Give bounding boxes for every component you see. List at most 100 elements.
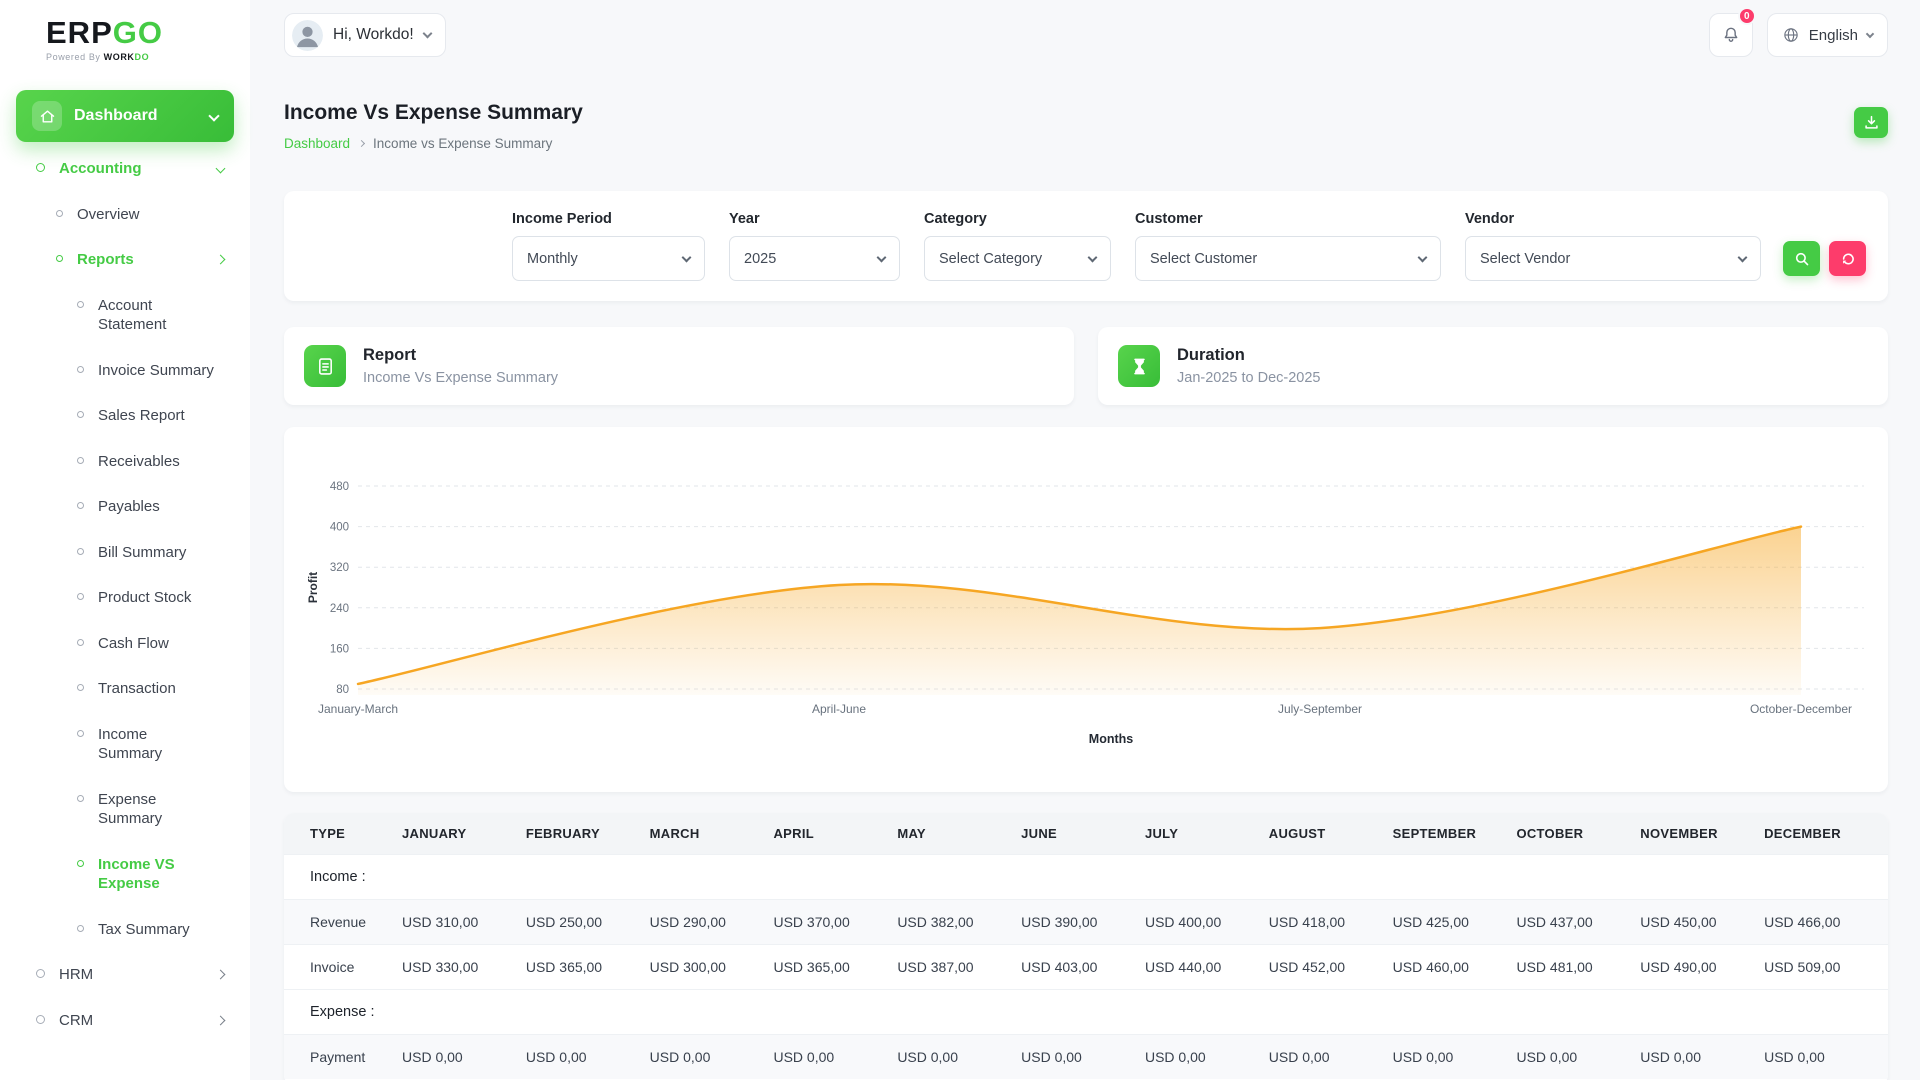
value-cell: USD 466,00 [1764,899,1888,945]
year-selected-value: 2025 [744,250,777,267]
sidebar-item-invoice-summary[interactable]: Invoice Summary [0,348,250,394]
value-cell: USD 0,00 [1764,1034,1888,1079]
notification-bell-icon [1724,27,1738,42]
vendor-field: Vendor Select Vendor [1465,211,1761,281]
value-cell: USD 370,00 [773,899,898,945]
value-cell: USD 460,00 [1392,944,1517,990]
column-header-type: TYPE [284,813,402,855]
sidebar: ERPGO Powered By WORKDO Dashboard Accoun… [0,0,250,1080]
home-icon [32,101,62,132]
sidebar-item-crm[interactable]: CRM [0,998,250,1044]
sidebar-item-expense-summary[interactable]: Expense Summary [0,777,250,842]
value-cell: USD 290,00 [649,899,774,945]
column-header-november: NOVEMBER [1640,813,1765,855]
notifications-button[interactable]: 0 [1708,7,1756,57]
filter-reset-button[interactable] [1829,241,1866,276]
bullet-icon [77,411,84,419]
sidebar-item-bill-summary[interactable]: Bill Summary [0,530,250,576]
vendor-select[interactable]: Select Vendor [1465,236,1761,281]
profit-chart-svg: 80 160 240 320 400 480 Profit January-March Apri… [306,481,1864,746]
language-selector[interactable]: English [1766,13,1888,57]
sidebar-item-reports[interactable]: Reports [0,237,250,283]
value-cell: USD 0,00 [525,1034,650,1079]
sidebar-item-overview[interactable]: Overview [0,192,250,238]
duration-card-title: Duration [1177,346,1245,364]
section-label: Income : [284,854,1888,900]
value-cell: USD 300,00 [649,944,774,990]
sidebar-item-payables[interactable]: Payables [0,484,250,530]
sidebar-item-dashboard[interactable]: Dashboard [16,90,234,143]
bullet-icon [77,638,84,646]
sidebar-item-account-statement[interactable]: Account Statement [0,283,250,348]
y-tick-label: 480 [330,481,349,493]
y-tick-label: 320 [330,562,349,574]
user-menu[interactable]: Hi, Workdo! [284,13,446,57]
value-cell: USD 0,00 [402,1034,526,1079]
value-cell: USD 418,00 [1268,899,1393,945]
y-tick-label: 80 [336,684,349,696]
sidebar-item-transaction[interactable]: Transaction [0,666,250,712]
avatar [292,19,323,51]
sidebar-item-label: Reports [77,251,134,269]
category-select[interactable]: Select Category [924,236,1111,281]
sidebar-item-label: Transaction [98,680,176,698]
sidebar-item-label: CRM [59,1011,94,1029]
duration-card: Duration Jan-2025 to Dec-2025 [1098,327,1888,405]
value-cell: USD 0,00 [773,1034,898,1079]
report-document-icon [304,345,346,387]
value-cell: USD 250,00 [525,899,650,945]
brand-logo[interactable]: ERPGO Powered By WORKDO [0,0,250,62]
sidebar-item-label: Receivables [98,452,180,470]
customer-label: Customer [1135,211,1203,227]
breadcrumb-current: Income vs Expense Summary [373,136,553,151]
sidebar-item-label: Income VS Expense [98,855,175,893]
value-cell: USD 365,00 [525,944,650,990]
value-cell: USD 440,00 [1144,944,1269,990]
download-icon [1864,115,1878,129]
language-label: English [1808,26,1858,44]
filter-search-button[interactable] [1783,241,1820,276]
sidebar-item-cash-flow[interactable]: Cash Flow [0,621,250,667]
value-cell: USD 0,00 [1021,1034,1145,1079]
sidebar-item-accounting[interactable]: Accounting [0,146,250,192]
category-selected-value: Select Category [939,250,1043,267]
bullet-icon [56,209,63,217]
sidebar-item-sales-report[interactable]: Sales Report [0,393,250,439]
income-period-select[interactable]: Monthly [512,236,705,281]
profit-chart-card: 80 160 240 320 400 480 Profit January-March Apri… [284,427,1888,792]
table-row-income: Income : [284,854,1888,900]
summary-table-card: TYPE JANUARY FEBRUARY MARCH APRIL MAY JUNE JULY… [284,813,1888,1080]
sidebar-item-income-vs-expense[interactable]: Income VS Expense [0,842,250,907]
income-expense-table: TYPE JANUARY FEBRUARY MARCH APRIL MAY JUNE JULY… [284,813,1888,1079]
sidebar-item-receivables[interactable]: Receivables [0,439,250,485]
sidebar-item-label: Overview [77,205,140,223]
sidebar-item-product-stock[interactable]: Product Stock [0,575,250,621]
sidebar-item-tax-summary[interactable]: Tax Summary [0,907,250,953]
table-body: Income : Revenue USD 310,00 USD 250,00 USD 2… [284,854,1888,1079]
year-select[interactable]: 2025 [729,236,900,281]
bullet-icon [56,255,63,263]
sidebar-item-label: Account Statement [98,296,167,334]
report-card-title: Report [363,346,417,364]
sidebar-item-label: Product Stock [98,589,192,607]
value-cell: USD 490,00 [1640,944,1765,990]
value-cell: USD 403,00 [1021,944,1145,990]
sidebar-item-label: Cash Flow [98,634,169,652]
bullet-icon [36,969,45,979]
search-icon [1795,252,1808,265]
sidebar-item-income-summary[interactable]: Income Summary [0,712,250,777]
notification-count-badge: 0 [1737,7,1756,25]
section-label: Expense : [284,989,1888,1035]
sidebar-item-label: Income Summary [98,725,163,763]
year-field: Year 2025 [729,211,900,281]
bullet-icon [77,859,84,867]
download-button[interactable] [1854,107,1888,138]
value-cell: USD 310,00 [402,899,526,945]
sidebar-item-hrm[interactable]: HRM [0,952,250,998]
category-label: Category [924,211,987,227]
column-header-april: APRIL [773,813,898,855]
column-header-august: AUGUST [1268,813,1393,855]
breadcrumb-dashboard-link[interactable]: Dashboard [284,136,350,151]
profit-area-fill [358,526,1801,695]
customer-select[interactable]: Select Customer [1135,236,1441,281]
